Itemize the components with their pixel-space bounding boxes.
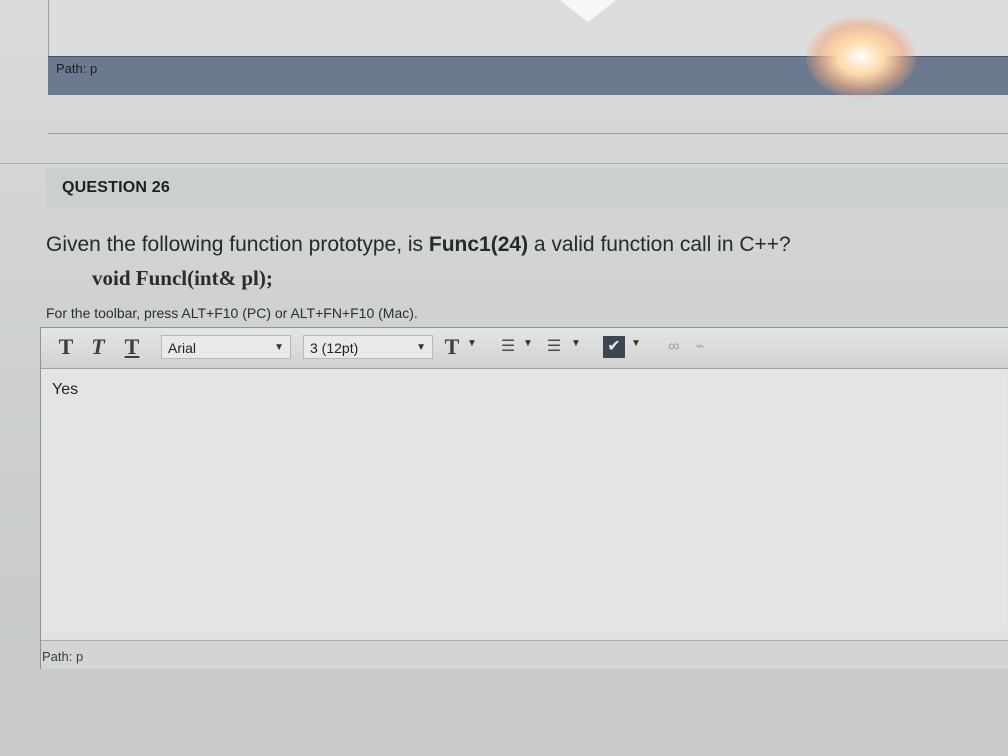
- bullet-list-icon[interactable]: ☰: [497, 336, 519, 358]
- chevron-down-icon: ▼: [416, 342, 426, 353]
- editor-toolbar: T T T Arial ▼ 3 (12pt) ▼ T ▼ ☰ ▼ ☰ ▼ ✔ ▼…: [41, 328, 1008, 369]
- numbered-list-icon[interactable]: ☰: [543, 336, 565, 358]
- editor-text-area[interactable]: [41, 369, 1007, 631]
- screen-glare: [806, 16, 916, 98]
- font-family-select[interactable]: Arial ▼: [161, 335, 291, 359]
- chevron-down-icon[interactable]: ▼: [571, 338, 581, 349]
- editor-path-label: Path: p: [42, 649, 84, 664]
- previous-path-label: Path: p: [56, 61, 98, 76]
- divider: [0, 163, 1008, 164]
- editor-path-bar: [41, 640, 1008, 669]
- answer-text: Yes: [52, 381, 79, 398]
- chevron-down-icon[interactable]: ▼: [467, 338, 477, 349]
- function-prototype: void Funcl(int& pl);: [92, 266, 273, 290]
- font-family-value: Arial: [168, 340, 197, 356]
- question-text-end: a valid function call in C++?: [528, 233, 791, 256]
- question-text-function-call: Func1(24): [428, 233, 529, 256]
- text-color-icon[interactable]: T: [441, 334, 463, 360]
- chevron-down-icon[interactable]: ▼: [523, 338, 533, 349]
- underline-icon[interactable]: T: [121, 334, 143, 360]
- font-size-select[interactable]: 3 (12pt) ▼: [303, 335, 433, 359]
- question-header: [46, 168, 1008, 208]
- question-text: Given the following function prototype, …: [46, 233, 791, 257]
- unlink-icon[interactable]: ⌁: [689, 336, 711, 358]
- toolbar-hint: For the toolbar, press ALT+F10 (PC) or A…: [46, 305, 418, 321]
- link-icon[interactable]: ∞: [663, 336, 685, 358]
- page-footer-area: [0, 670, 1008, 756]
- chevron-down-icon: ▼: [274, 342, 284, 353]
- font-size-value: 3 (12pt): [310, 340, 359, 356]
- question-text-start: Given the following function prototype, …: [46, 233, 429, 256]
- chevron-down-icon[interactable]: ▼: [631, 338, 641, 349]
- spellcheck-icon[interactable]: ✔: [603, 336, 625, 358]
- question-number: QUESTION 26: [62, 179, 171, 196]
- italic-icon[interactable]: T: [87, 334, 109, 360]
- cursor-shape: [560, 0, 616, 22]
- bold-icon[interactable]: T: [55, 334, 77, 360]
- divider: [48, 133, 1008, 134]
